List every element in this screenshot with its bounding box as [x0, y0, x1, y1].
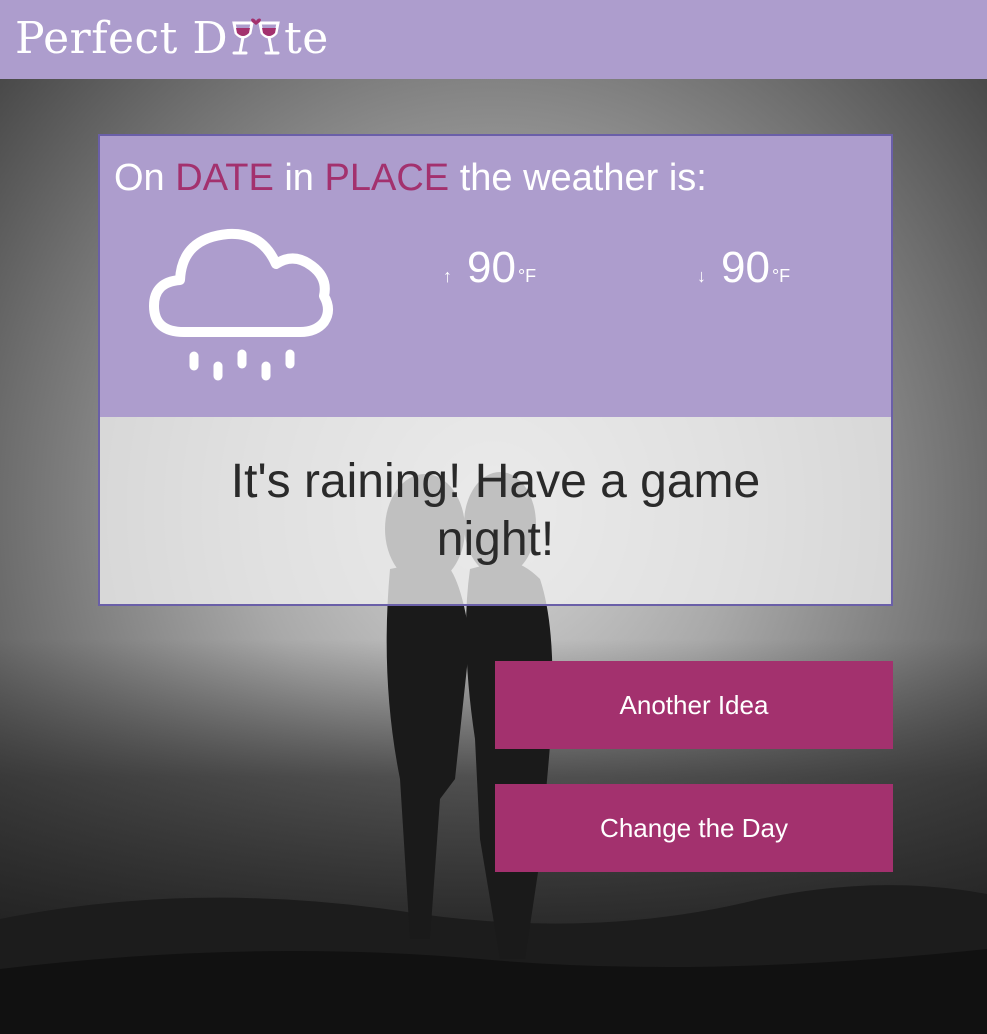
date-suggestion: It's raining! Have a game night!: [230, 454, 761, 566]
date-placeholder: DATE: [175, 157, 274, 199]
another-idea-button[interactable]: Another Idea: [495, 661, 893, 749]
low-temp-unit: °F: [771, 266, 791, 286]
high-temperature: ↑ 90 °F: [443, 244, 536, 300]
arrow-up-icon: ↑: [443, 266, 452, 286]
brand-text-end: te: [284, 13, 329, 64]
headline-on: On: [114, 157, 165, 199]
high-temp-value: 90: [467, 243, 516, 292]
arrow-down-icon: ↓: [697, 266, 706, 286]
brand-logo[interactable]: Perfect D te: [15, 9, 329, 69]
headline-tail: the weather is:: [459, 157, 707, 199]
rain-cloud-icon: [144, 224, 340, 394]
low-temperature: ↓ 90 °F: [697, 244, 790, 300]
headline-in: in: [284, 157, 314, 199]
low-temp-value: 90: [721, 243, 770, 292]
top-bar: Perfect D te: [0, 0, 987, 79]
high-temp-unit: °F: [517, 266, 537, 286]
wine-glasses-icon: [228, 13, 284, 57]
place-placeholder: PLACE: [324, 157, 450, 199]
change-the-day-button[interactable]: Change the Day: [495, 784, 893, 872]
weather-summary: On DATE in PLACE the weather is: ↑ 90 °F: [100, 136, 891, 417]
weather-headline: On DATE in PLACE the weather is:: [114, 156, 707, 200]
brand-text-start: Perfect D: [15, 13, 229, 64]
weather-card: On DATE in PLACE the weather is: ↑ 90 °F: [98, 134, 893, 606]
